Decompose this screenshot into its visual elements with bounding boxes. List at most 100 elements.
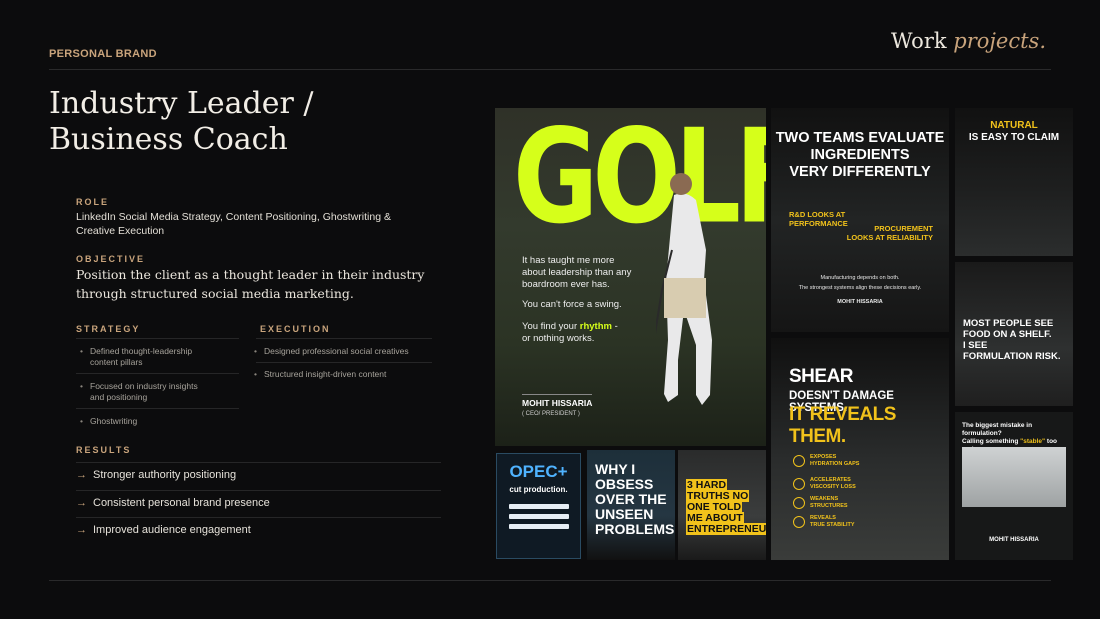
opec-bar bbox=[509, 504, 569, 509]
role-label: ROLE bbox=[76, 197, 110, 207]
arrow-right-icon: → bbox=[76, 524, 87, 536]
result-text: Improved audience engagement bbox=[93, 524, 251, 536]
two-teams-post-thumbnail: TWO TEAMS EVALUATE INGREDIENTS VERY DIFF… bbox=[771, 108, 949, 332]
section-eyebrow: PERSONAL BRAND bbox=[49, 48, 157, 60]
brand-wordmark: Work projects. bbox=[891, 29, 1046, 53]
shear-headline-3: IT REVEALS THEM. bbox=[789, 404, 896, 447]
strategy-item-line: content pillars bbox=[90, 357, 143, 367]
golf-post-thumbnail: GOLF It has taught me more about leaders… bbox=[495, 108, 766, 446]
callout-line: R&D LOOKS AT bbox=[789, 210, 846, 219]
formulation-risk-post-thumbnail: MOST PEOPLE SEE FOOD ON A SHELF. I SEE F… bbox=[955, 262, 1073, 406]
result-item: → Improved audience engagement bbox=[76, 524, 251, 536]
strategy-label: STRATEGY bbox=[76, 324, 141, 334]
golfer-figure bbox=[656, 193, 712, 405]
point-line: VISCOSITY LOSS bbox=[810, 484, 856, 490]
brand-italic: projects. bbox=[953, 29, 1046, 53]
opec-bar bbox=[509, 524, 569, 529]
strategy-divider bbox=[76, 408, 239, 409]
headline-line: WHY I bbox=[595, 461, 636, 477]
headline-line: UNSEEN bbox=[595, 506, 654, 522]
opec-bar bbox=[509, 514, 569, 519]
teams-author: MOHIT HISSARIA bbox=[837, 299, 883, 305]
point-line: ACCELERATES bbox=[810, 477, 851, 483]
results-divider bbox=[76, 517, 441, 518]
callout-line: LOOKS AT RELIABILITY bbox=[846, 233, 933, 242]
golf-text: It has taught me more bbox=[522, 255, 615, 266]
teams-footnote-1: Manufacturing depends on both. bbox=[820, 275, 900, 281]
point-line: TRUE STABILITY bbox=[810, 522, 855, 528]
headline-line: MOST PEOPLE SEE bbox=[963, 318, 1054, 329]
headline-line: OBSESS bbox=[595, 476, 654, 492]
teams-footnote-2: The strongest systems align these decisi… bbox=[798, 285, 922, 291]
execution-item: Structured insight-driven content bbox=[254, 369, 386, 380]
shear-headline-1: SHEAR bbox=[789, 366, 854, 387]
objective-line-1: Position the client as a thought leader … bbox=[76, 267, 425, 282]
golf-author-title: ( CEO/ PRESIDENT ) bbox=[522, 411, 580, 417]
title-line-2: Business Coach bbox=[49, 122, 288, 157]
page-title: Industry Leader / Business Coach bbox=[49, 86, 313, 158]
role-text: LinkedIn Social Media Strategy, Content … bbox=[76, 210, 391, 238]
opec-post-thumbnail: OPEC+ cut production. bbox=[496, 453, 581, 559]
execution-divider bbox=[256, 362, 432, 363]
results-divider bbox=[76, 490, 441, 491]
point-line: EXPOSES bbox=[810, 454, 837, 460]
opec-subheadline: cut production. bbox=[509, 485, 568, 494]
golfer-head bbox=[670, 173, 692, 195]
callout-line: PERFORMANCE bbox=[789, 219, 848, 228]
execution-label: EXECUTION bbox=[260, 324, 331, 334]
name-rule bbox=[522, 394, 592, 395]
result-text: Consistent personal brand presence bbox=[93, 497, 270, 509]
results-divider bbox=[76, 462, 441, 463]
headline-highlight: "stable" bbox=[1020, 438, 1046, 445]
results-label: RESULTS bbox=[76, 445, 132, 455]
headline-line: PROBLEMS... bbox=[595, 521, 675, 537]
golf-text: boardroom ever has. bbox=[522, 279, 610, 290]
bottom-divider bbox=[49, 580, 1051, 581]
two-teams-headline: TWO TEAMS EVALUATE INGREDIENTS VERY DIFF… bbox=[771, 130, 949, 181]
mistake-author: MOHIT HISSARIA bbox=[989, 537, 1039, 543]
golf-text: - bbox=[611, 321, 618, 332]
point-line: WEAKENS bbox=[810, 496, 839, 502]
obsess-headline: WHY I OBSESS OVER THE UNSEEN PROBLEMS... bbox=[595, 462, 675, 537]
headline-line: INGREDIENTS bbox=[810, 147, 910, 163]
strategy-divider bbox=[76, 373, 239, 374]
circle-icon bbox=[793, 478, 805, 490]
golf-text: You find your bbox=[522, 321, 580, 332]
golf-paragraph-1: It has taught me more about leadership t… bbox=[522, 255, 631, 291]
circle-icon bbox=[793, 497, 805, 509]
circle-icon bbox=[793, 516, 805, 528]
truths-headline: 3 HARD TRUTHS NO ONE TOLD ME ABOUT ENTRE… bbox=[686, 479, 766, 535]
strategy-item-line: Defined thought-leadership bbox=[90, 346, 193, 356]
golf-highlight: rhythm bbox=[579, 321, 612, 332]
natural-headline-1: NATURAL bbox=[990, 120, 1038, 131]
shelf-headline: MOST PEOPLE SEE FOOD ON A SHELF. I SEE F… bbox=[963, 318, 1060, 362]
shear-point: ACCELERATES VISCOSITY LOSS bbox=[793, 477, 856, 491]
role-line-1: LinkedIn Social Media Strategy, Content … bbox=[76, 211, 391, 223]
headline-line: ENTREPRENEURSHIP bbox=[686, 523, 766, 535]
point-line: STRUCTURES bbox=[810, 503, 848, 509]
golf-author-name: MOHIT HISSARIA bbox=[522, 398, 593, 408]
headline-line: FOOD ON A SHELF. bbox=[963, 329, 1052, 340]
headline-line: TWO TEAMS EVALUATE bbox=[775, 130, 945, 146]
strategy-item: Focused on industry insights and positio… bbox=[80, 381, 198, 403]
golf-headline: GOLF bbox=[513, 108, 766, 253]
shear-point: REVEALS TRUE STABILITY bbox=[793, 515, 855, 529]
golf-paragraph-3: You find your rhythm - or nothing works. bbox=[522, 321, 618, 345]
shear-post-thumbnail: SHEAR DOESN'T DAMAGE SYSTEMS. IT REVEALS… bbox=[771, 338, 949, 560]
natural-claim-post-thumbnail: NATURAL IS EASY TO CLAIM bbox=[955, 108, 1073, 256]
point-line: REVEALS bbox=[810, 515, 836, 521]
callout-line: PROCUREMENT bbox=[874, 224, 933, 233]
strategy-item: Defined thought-leadership content pilla… bbox=[80, 346, 192, 368]
objective-text: Position the client as a thought leader … bbox=[76, 265, 424, 303]
top-divider bbox=[49, 69, 1051, 70]
result-item: → Consistent personal brand presence bbox=[76, 497, 270, 509]
hard-truths-post-thumbnail: 3 HARD TRUTHS NO ONE TOLD ME ABOUT ENTRE… bbox=[678, 450, 766, 560]
result-text: Stronger authority positioning bbox=[93, 469, 237, 481]
point-line: HYDRATION GAPS bbox=[810, 461, 860, 467]
strategy-item: Ghostwriting bbox=[80, 416, 137, 427]
execution-item: Designed professional social creatives bbox=[254, 346, 409, 357]
lab-photo bbox=[962, 447, 1066, 507]
strategy-divider bbox=[76, 338, 239, 339]
strategy-item-line: Ghostwriting bbox=[90, 416, 138, 426]
headline-line: OVER THE bbox=[595, 491, 667, 507]
